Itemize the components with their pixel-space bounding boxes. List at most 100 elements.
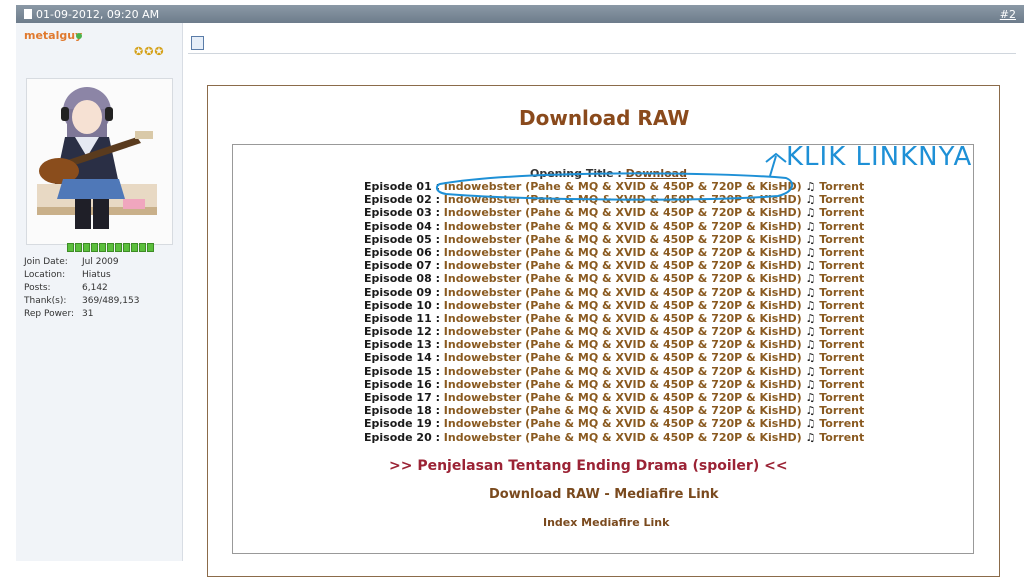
indowebster-link[interactable]: Indowebster (Pahe & MQ & XVID & 450P & 7… [444,180,802,193]
music-note-icon: ♫ [801,206,820,220]
torrent-link[interactable]: Torrent [819,272,864,285]
torrent-link[interactable]: Torrent [819,286,864,299]
episode-label: Episode 10 : [364,298,444,312]
torrent-link[interactable]: Torrent [819,246,864,259]
music-note-icon: ♫ [801,325,820,339]
indowebster-link[interactable]: Indowebster (Pahe & MQ & XVID & 450P & 7… [444,233,802,246]
episode-list: Episode 01 : Indowebster (Pahe & MQ & XV… [364,180,864,444]
music-note-icon: ♫ [801,259,820,273]
indowebster-link[interactable]: Indowebster (Pahe & MQ & XVID & 450P & 7… [444,404,802,417]
episode-label: Episode 20 : [364,430,444,444]
indowebster-link[interactable]: Indowebster (Pahe & MQ & XVID & 450P & 7… [444,431,802,444]
episode-row: Episode 03 : Indowebster (Pahe & MQ & XV… [364,206,864,219]
avatar[interactable] [26,78,173,245]
torrent-link[interactable]: Torrent [819,206,864,219]
indowebster-link[interactable]: Indowebster (Pahe & MQ & XVID & 450P & 7… [444,259,802,272]
indowebster-link[interactable]: Indowebster (Pahe & MQ & XVID & 450P & 7… [444,272,802,285]
episode-row: Episode 09 : Indowebster (Pahe & MQ & XV… [364,286,864,299]
episode-label: Episode 12 : [364,325,444,339]
music-note-icon: ♫ [801,298,820,312]
info-value: Jul 2009 [82,257,119,267]
episode-label: Episode 16 : [364,377,444,391]
torrent-link[interactable]: Torrent [819,351,864,364]
indowebster-link[interactable]: Indowebster (Pahe & MQ & XVID & 450P & 7… [444,378,802,391]
torrent-link[interactable]: Torrent [819,299,864,312]
indowebster-link[interactable]: Indowebster (Pahe & MQ & XVID & 450P & 7… [444,193,802,206]
indowebster-link[interactable]: Indowebster (Pahe & MQ & XVID & 450P & 7… [444,338,802,351]
post-date: 01-09-2012, 09:20 AM [36,8,160,21]
music-note-icon: ♫ [801,180,820,193]
music-note-icon: ♫ [801,232,820,246]
mediafire-link[interactable]: Download RAW - Mediafire Link [489,487,719,502]
info-value: 369/489,153 [82,296,140,306]
torrent-link[interactable]: Torrent [819,180,864,193]
torrent-link[interactable]: Torrent [819,193,864,206]
episode-label: Episode 03 : [364,206,444,220]
content-divider [188,53,1016,54]
info-label: Location: [24,270,66,280]
avatar-image [27,79,172,244]
indowebster-link[interactable]: Indowebster (Pahe & MQ & XVID & 450P & 7… [444,206,802,219]
torrent-link[interactable]: Torrent [819,404,864,417]
indowebster-link[interactable]: Indowebster (Pahe & MQ & XVID & 450P & 7… [444,312,802,325]
post-icon [24,9,32,19]
post-number-link[interactable]: #2 [1000,8,1016,21]
episode-label: Episode 06 : [364,245,444,259]
indowebster-link[interactable]: Indowebster (Pahe & MQ & XVID & 450P & 7… [444,286,802,299]
info-label: Rep Power: [24,309,75,319]
episode-label: Episode 11 : [364,311,444,325]
episode-row: Episode 20 : Indowebster (Pahe & MQ & XV… [364,431,864,444]
music-note-icon: ♫ [801,245,820,259]
page-title: Download RAW [519,106,690,130]
indowebster-link[interactable]: Indowebster (Pahe & MQ & XVID & 450P & 7… [444,391,802,404]
episode-label: Episode 18 : [364,404,444,418]
torrent-link[interactable]: Torrent [819,233,864,246]
torrent-link[interactable]: Torrent [819,431,864,444]
reputation-bar [67,243,154,252]
episode-label: Episode 02 : [364,193,444,207]
spoiler-link[interactable]: >> Penjelasan Tentang Ending Drama (spoi… [389,458,788,474]
index-mediafire-link[interactable]: Index Mediafire Link [543,516,669,529]
episode-row: Episode 16 : Indowebster (Pahe & MQ & XV… [364,378,864,391]
post-header-bar: 01-09-2012, 09:20 AM #2 [16,5,1024,23]
info-label: Posts: [24,283,51,293]
document-icon [191,36,204,50]
torrent-link[interactable]: Torrent [819,365,864,378]
music-note-icon: ♫ [801,311,820,325]
music-note-icon: ♫ [801,417,820,431]
episode-row: Episode 12 : Indowebster (Pahe & MQ & XV… [364,325,864,338]
indowebster-link[interactable]: Indowebster (Pahe & MQ & XVID & 450P & 7… [444,325,802,338]
indowebster-link[interactable]: Indowebster (Pahe & MQ & XVID & 450P & 7… [444,299,802,312]
indowebster-link[interactable]: Indowebster (Pahe & MQ & XVID & 450P & 7… [444,220,802,233]
torrent-link[interactable]: Torrent [819,312,864,325]
rank-stars-icon: ✪✪✪ [134,45,165,58]
username-link[interactable]: metalguy [24,29,82,42]
episode-row: Episode 15 : Indowebster (Pahe & MQ & XV… [364,365,864,378]
torrent-link[interactable]: Torrent [819,378,864,391]
info-label: Thank(s): [24,296,67,306]
indowebster-link[interactable]: Indowebster (Pahe & MQ & XVID & 450P & 7… [444,417,802,430]
episode-row: Episode 17 : Indowebster (Pahe & MQ & XV… [364,391,864,404]
opening-download-link[interactable]: Download [626,167,687,180]
torrent-link[interactable]: Torrent [819,259,864,272]
episode-label: Episode 08 : [364,272,444,286]
music-note-icon: ♫ [801,404,820,418]
torrent-link[interactable]: Torrent [819,220,864,233]
indowebster-link[interactable]: Indowebster (Pahe & MQ & XVID & 450P & 7… [444,246,802,259]
episode-label: Episode 09 : [364,285,444,299]
episode-row: Episode 06 : Indowebster (Pahe & MQ & XV… [364,246,864,259]
user-sidebar: metalguy ✪✪✪ Join Date: Jul 2009 Locatio… [16,23,183,561]
music-note-icon: ♫ [801,338,820,352]
torrent-link[interactable]: Torrent [819,338,864,351]
episode-row: Episode 18 : Indowebster (Pahe & MQ & XV… [364,404,864,417]
torrent-link[interactable]: Torrent [819,391,864,404]
episode-row: Episode 07 : Indowebster (Pahe & MQ & XV… [364,259,864,272]
music-note-icon: ♫ [801,391,820,404]
episode-label: Episode 04 : [364,219,444,233]
music-note-icon: ♫ [801,351,820,365]
torrent-link[interactable]: Torrent [819,417,864,430]
episode-row: Episode 02 : Indowebster (Pahe & MQ & XV… [364,193,864,206]
torrent-link[interactable]: Torrent [819,325,864,338]
indowebster-link[interactable]: Indowebster (Pahe & MQ & XVID & 450P & 7… [444,365,802,378]
indowebster-link[interactable]: Indowebster (Pahe & MQ & XVID & 450P & 7… [444,351,802,364]
